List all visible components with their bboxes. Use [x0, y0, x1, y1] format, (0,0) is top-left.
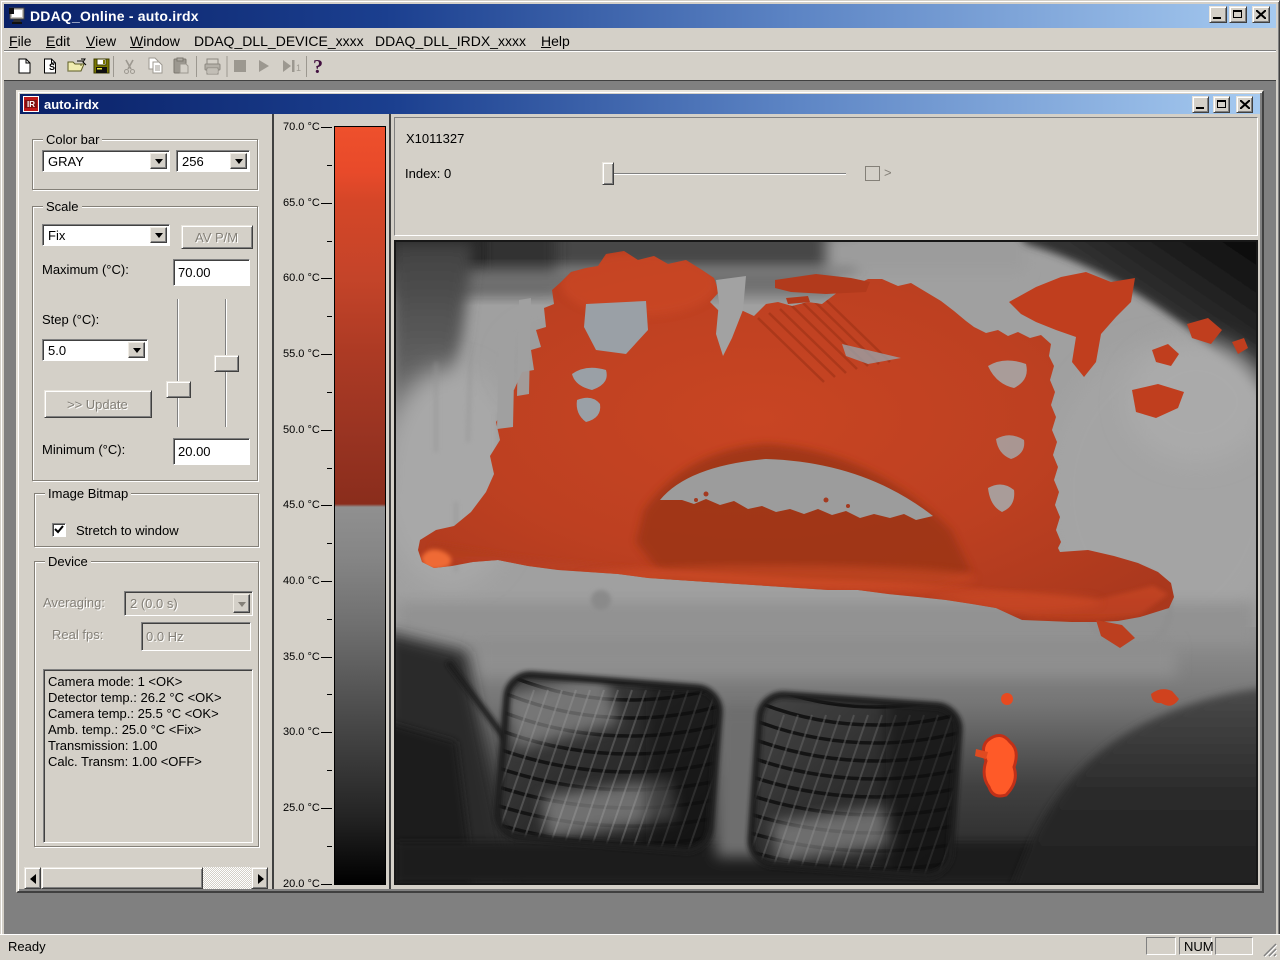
svg-text:?: ?: [313, 56, 323, 78]
svg-text:1: 1: [296, 63, 301, 73]
svg-text:IR: IR: [27, 100, 35, 109]
svg-text:S: S: [49, 62, 55, 72]
